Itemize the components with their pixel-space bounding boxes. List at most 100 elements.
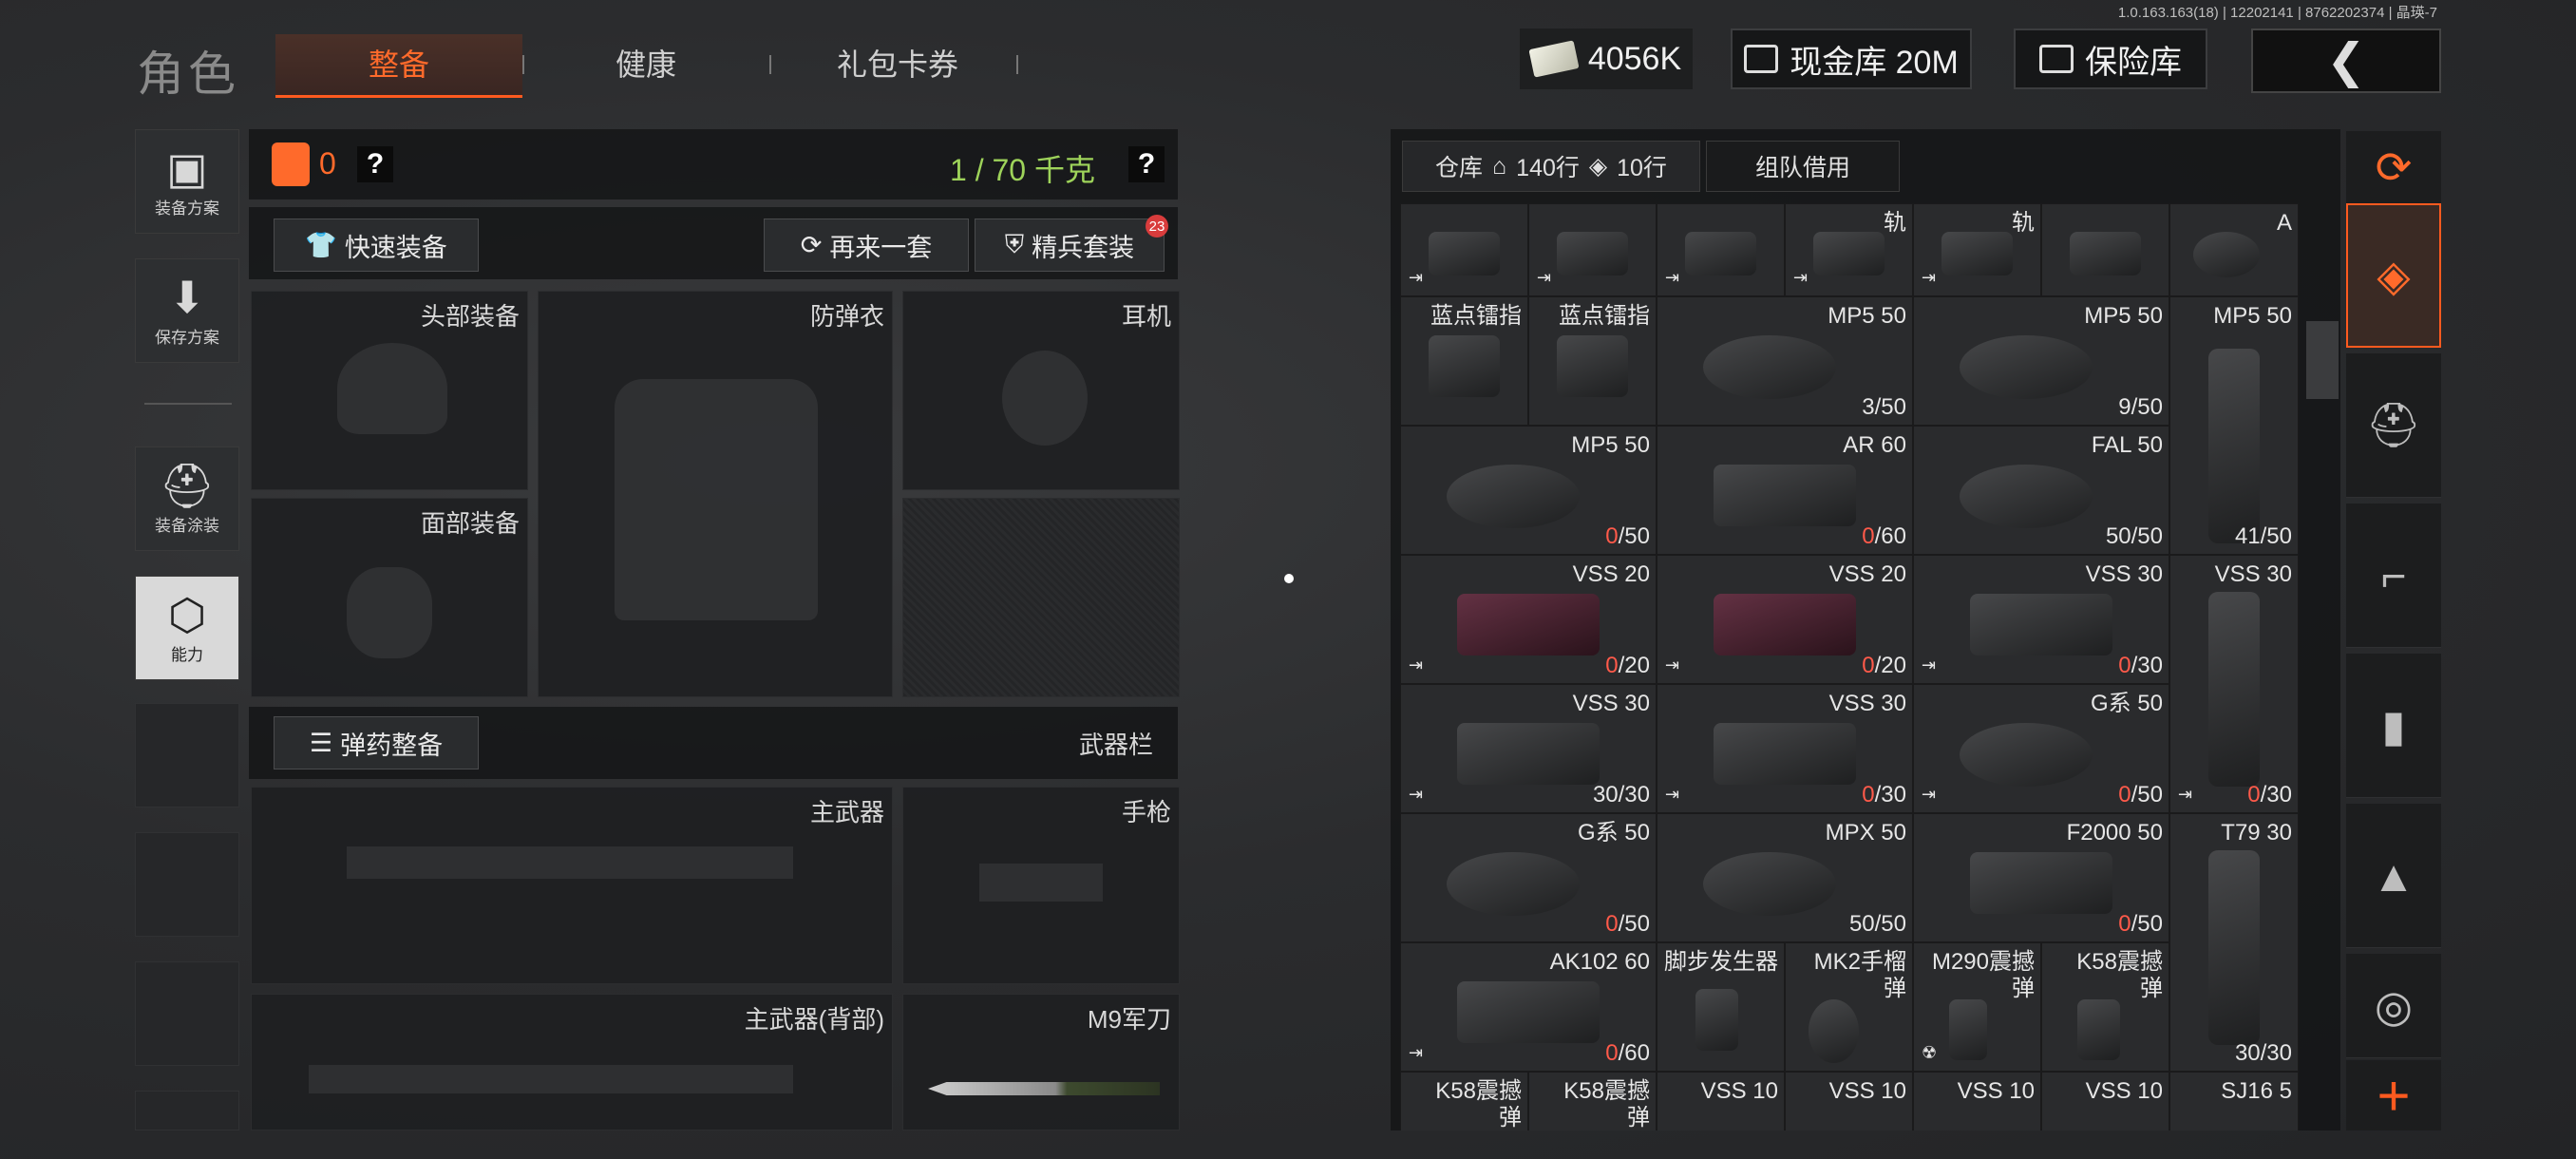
category-weapon-tab[interactable]: ⌐ xyxy=(2346,504,2441,648)
storage-item[interactable]: VSS 10 xyxy=(2041,1072,2169,1130)
storage-item[interactable]: MPX 50 50/50 xyxy=(1657,813,1913,942)
storage-item[interactable]: VSS 30 ⇥ 30/30 xyxy=(1400,684,1657,813)
weight-help-button[interactable]: ? xyxy=(1128,146,1165,182)
storage-item[interactable]: K58震撼 弹 xyxy=(2041,942,2169,1072)
sort-refresh-button[interactable]: ⟳ xyxy=(2346,131,2441,203)
tab-health[interactable]: 健康 xyxy=(532,34,760,95)
equipment-skin-button[interactable]: ⛑ 装备涂装 xyxy=(135,446,239,551)
category-attachment-tab[interactable]: ◎ xyxy=(2346,954,2441,1058)
item-name: MP5 50 xyxy=(2213,303,2292,329)
storage-item[interactable]: 脚步发生器 xyxy=(1657,942,1785,1072)
storage-item[interactable]: AR 60 0/60 xyxy=(1657,426,1913,555)
cash-vault-button[interactable]: 现金库 20M xyxy=(1731,28,1972,89)
item-image xyxy=(2070,231,2141,276)
help-button[interactable]: ? xyxy=(357,146,393,182)
primary-weapon-label: 主武器 xyxy=(809,798,884,826)
category-gear-tab[interactable]: ⛑ xyxy=(2346,353,2441,498)
item-qty: 30/30 xyxy=(1592,782,1650,808)
item-name: MP5 50 xyxy=(1571,432,1650,458)
empty-gear-slot[interactable] xyxy=(902,498,1180,697)
elite-kit-button[interactable]: ⛨ 精兵套装 xyxy=(975,218,1165,272)
storage-item[interactable]: MK2手榴 弹 xyxy=(1785,942,1913,1072)
item-image xyxy=(1429,335,1500,397)
save-plan-button[interactable]: ⬇ 保存方案 xyxy=(135,258,239,363)
storage-scrollbar[interactable] xyxy=(2306,321,2339,399)
tab-gift-cards-label: 礼包卡券 xyxy=(836,48,958,82)
item-qty: 3/50 xyxy=(1862,394,1906,420)
category-ammo-tab[interactable]: ▲ xyxy=(2346,804,2441,948)
storage-item[interactable]: F2000 50 0/50 xyxy=(1913,813,2169,942)
storage-item[interactable] xyxy=(2041,203,2169,296)
loadout-plan-button[interactable]: ▣ 装备方案 xyxy=(135,129,239,234)
storage-item[interactable]: K58震撼 弹 xyxy=(1400,1072,1528,1130)
primary-weapon-slot[interactable]: 主武器 xyxy=(251,787,893,984)
storage-item[interactable]: MP5 50 9/50 xyxy=(1913,296,2169,426)
team-borrow-tab[interactable]: 组队借用 xyxy=(1706,141,1900,192)
storage-item[interactable]: 轨 ⇥ xyxy=(1785,203,1913,296)
again-set-label: 再来一套 xyxy=(829,233,933,262)
armor-slot[interactable]: 防弹衣 xyxy=(538,291,893,697)
ability-button[interactable]: ⬡ 能力 xyxy=(135,576,239,680)
storage-item[interactable]: MP5 50 3/50 xyxy=(1657,296,1913,426)
storage-item[interactable]: G系 50 ⇥ 0/50 xyxy=(1913,684,2169,813)
storage-item[interactable]: ⇥ xyxy=(1400,203,1528,296)
storage-item[interactable]: ⇥ xyxy=(1657,203,1785,296)
storage-item[interactable]: VSS 10 xyxy=(1785,1072,1913,1130)
category-all-tab[interactable]: ◈ xyxy=(2346,203,2441,348)
category-magazine-tab[interactable]: ▮ xyxy=(2346,654,2441,798)
storage-item[interactable]: AK102 60 ⇥ 0/60 xyxy=(1400,942,1657,1072)
storage-item[interactable]: T79 30 30/30 xyxy=(2169,813,2299,1072)
cursor-dot xyxy=(1284,574,1294,583)
item-image xyxy=(1557,231,1628,276)
storage-item[interactable]: MP5 50 41/50 xyxy=(2169,296,2299,555)
radiation-icon: ☢ xyxy=(1922,1043,1938,1062)
storage-item[interactable]: ⇥ xyxy=(1528,203,1657,296)
tab-equip[interactable]: 整备 xyxy=(275,34,522,98)
primary-weapon-back-slot[interactable]: 主武器(背部) xyxy=(251,994,893,1130)
item-image xyxy=(1813,231,1885,276)
storage-item[interactable]: SJ16 5 xyxy=(2169,1072,2299,1130)
headset-slot[interactable]: 耳机 xyxy=(902,291,1180,490)
qty-current: 0 xyxy=(2118,782,2131,808)
storage-item[interactable]: VSS 30 ⇥ 0/30 xyxy=(1657,684,1913,813)
item-image xyxy=(1557,335,1628,397)
storage-item[interactable]: 蓝点镭指 xyxy=(1400,296,1528,426)
tab-gift-cards[interactable]: 礼包卡券 xyxy=(779,34,1016,95)
storage-item[interactable]: VSS 30 ⇥ 0/30 xyxy=(2169,555,2299,813)
item-name: MP5 50 xyxy=(2084,303,2163,329)
insurance-vault-button[interactable]: 保险库 xyxy=(2014,28,2207,89)
storage-item[interactable]: VSS 10 xyxy=(1657,1072,1785,1130)
item-image xyxy=(1713,465,1857,526)
storage-item[interactable]: 蓝点镭指 xyxy=(1528,296,1657,426)
ammo-icon: ☰ xyxy=(309,728,333,757)
storage-item[interactable]: VSS 10 xyxy=(1913,1072,2041,1130)
storage-tab[interactable]: 仓库 ⌂ 140行 ◈ 10行 xyxy=(1402,141,1700,192)
add-storage-button[interactable]: + xyxy=(2346,1060,2441,1130)
storage-item[interactable]: FAL 50 50/50 xyxy=(1913,426,2169,555)
quick-equip-button[interactable]: 👕 快速装备 xyxy=(274,218,479,272)
item-qty: 0/60 xyxy=(1605,1040,1650,1067)
item-name: M290震撼 弹 xyxy=(1931,949,2035,1001)
storage-item[interactable]: VSS 20 ⇥ 0/20 xyxy=(1657,555,1913,684)
again-set-button[interactable]: ⟳ 再来一套 xyxy=(764,218,969,272)
storage-item[interactable]: MP5 50 0/50 xyxy=(1400,426,1657,555)
storage-item[interactable]: G系 50 0/50 xyxy=(1400,813,1657,942)
back-button[interactable]: ❮ xyxy=(2251,28,2441,93)
knife-slot[interactable]: M9军刀 xyxy=(902,994,1180,1130)
item-image xyxy=(1695,989,1739,1051)
storage-item[interactable]: A xyxy=(2169,203,2299,296)
storage-item[interactable]: VSS 30 ⇥ 0/30 xyxy=(1913,555,2169,684)
storage-item[interactable]: K58震撼 弹 xyxy=(1528,1072,1657,1130)
ammo-prep-button[interactable]: ☰ 弹药整备 xyxy=(274,716,479,770)
storage-item[interactable]: M290震撼 弹 ☢ xyxy=(1913,942,2041,1072)
face-gear-slot[interactable]: 面部装备 xyxy=(251,498,528,697)
qty-current: 0 xyxy=(2118,911,2131,937)
item-name: VSS 20 xyxy=(1572,561,1650,587)
pistol-slot[interactable]: 手枪 xyxy=(902,787,1180,984)
head-gear-slot[interactable]: 头部装备 xyxy=(251,291,528,490)
item-image xyxy=(1808,998,1860,1063)
storage-item[interactable]: VSS 20 ⇥ 0/20 xyxy=(1400,555,1657,684)
item-image xyxy=(1456,594,1601,656)
elite-kit-label: 精兵套装 xyxy=(1032,233,1135,262)
storage-item[interactable]: 轨 ⇥ xyxy=(1913,203,2041,296)
